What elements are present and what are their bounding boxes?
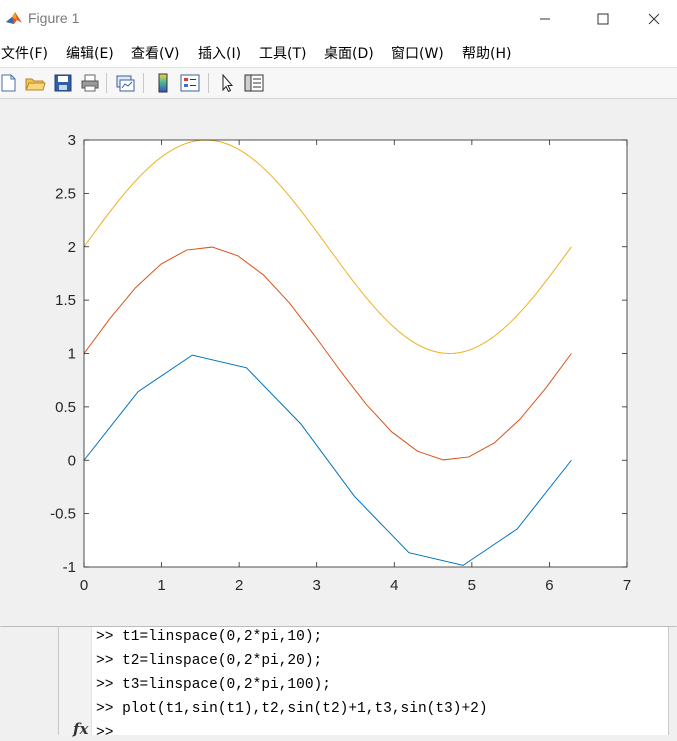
minimize-icon — [540, 18, 550, 19]
open-file-icon[interactable] — [24, 72, 46, 94]
close-icon — [648, 13, 660, 24]
save-icon[interactable] — [52, 72, 74, 94]
toolbar-separator — [208, 73, 209, 93]
toolbar-separator — [106, 73, 107, 93]
menu-bar: 文件(F) 编辑(E) 查看(V) 插入(I) 工具(T) 桌面(D) 窗口(W… — [0, 37, 677, 68]
plot-area: 0 1 2 3 4 5 6 7 -1 -0.5 0 0.5 1 1.5 2 2.5 3 — [0, 99, 677, 626]
menu-file[interactable]: 文件(F) — [1, 43, 48, 63]
command-line: >> t2=linspace(0,2*pi,20); — [96, 653, 323, 669]
figure-window: Figure 1 文件(F) 编辑(E) 查看(V) 插入(I) 工具(T) 桌… — [0, 0, 677, 626]
x-tick-label: 7 — [623, 577, 631, 594]
window-title: Figure 1 — [28, 10, 80, 26]
x-tick-label: 6 — [545, 577, 553, 594]
menu-edit[interactable]: 编辑(E) — [66, 43, 114, 63]
matlab-logo-icon — [5, 9, 23, 27]
command-prompt[interactable]: >> — [96, 725, 122, 741]
insert-legend-icon[interactable] — [179, 72, 201, 94]
menu-tools[interactable]: 工具(T) — [259, 43, 306, 63]
menu-help[interactable]: 帮助(H) — [462, 43, 511, 63]
edit-plot-pointer-icon[interactable] — [216, 72, 238, 94]
y-tick-label: 0.5 — [55, 399, 76, 416]
x-tick-label: 3 — [313, 577, 321, 594]
x-tick-label: 0 — [80, 577, 88, 594]
minimize-button[interactable] — [522, 0, 568, 37]
y-tick-label: -0.5 — [50, 506, 76, 523]
toolbar — [0, 68, 677, 99]
menu-window[interactable]: 窗口(W) — [391, 43, 444, 63]
x-tick-label: 5 — [468, 577, 476, 594]
line-plot[interactable]: 0 1 2 3 4 5 6 7 -1 -0.5 0 0.5 1 1.5 2 2.5 3 — [0, 99, 677, 626]
print-icon[interactable] — [79, 72, 101, 94]
y-tick-label: 0 — [68, 452, 76, 469]
axes-background — [84, 140, 627, 567]
title-bar[interactable]: Figure 1 — [0, 0, 677, 37]
y-tick-label: 2.5 — [55, 185, 76, 202]
x-tick-label: 4 — [390, 577, 398, 594]
command-pane[interactable]: >> t1=linspace(0,2*pi,10); >> t2=linspac… — [58, 627, 669, 741]
close-button[interactable] — [631, 0, 677, 37]
menu-desktop[interactable]: 桌面(D) — [324, 43, 374, 63]
insert-colorbar-icon[interactable] — [152, 72, 174, 94]
command-line: >> t1=linspace(0,2*pi,10); — [96, 629, 323, 645]
x-tick-label: 2 — [235, 577, 243, 594]
y-tick-label: 1.5 — [55, 292, 76, 309]
y-tick-label: 1 — [68, 346, 76, 363]
y-tick-label: 2 — [68, 239, 76, 256]
command-line: >> plot(t1,sin(t1),t2,sin(t2)+1,t3,sin(t… — [96, 701, 488, 717]
menu-insert[interactable]: 插入(I) — [198, 43, 241, 63]
y-tick-label: -1 — [63, 559, 76, 576]
maximize-button[interactable] — [580, 0, 626, 37]
maximize-icon — [597, 13, 609, 24]
command-gutter — [59, 627, 92, 735]
menu-view[interactable]: 查看(V) — [131, 43, 180, 63]
x-tick-label: 1 — [157, 577, 165, 594]
property-inspector-icon[interactable] — [243, 72, 265, 94]
command-line: >> t3=linspace(0,2*pi,100); — [96, 677, 331, 693]
fx-icon[interactable]: fx — [73, 720, 88, 738]
link-plot-icon[interactable] — [114, 72, 136, 94]
y-tick-label: 3 — [68, 132, 76, 149]
command-window: >> t1=linspace(0,2*pi,10); >> t2=linspac… — [0, 627, 677, 741]
new-figure-icon[interactable] — [0, 72, 19, 94]
toolbar-separator — [143, 73, 144, 93]
